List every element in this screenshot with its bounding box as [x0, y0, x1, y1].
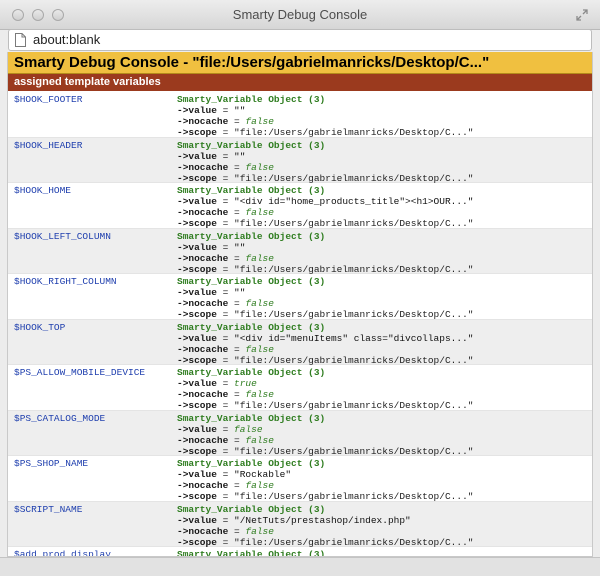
variable-detail: Smarty_Variable Object (3) — [177, 549, 326, 557]
variable-name: $HOOK_HOME — [14, 185, 72, 196]
variable-detail: Smarty_Variable Object (3) ->value = "" … — [177, 230, 474, 275]
fullscreen-icon[interactable] — [576, 9, 588, 21]
variable-name: $HOOK_RIGHT_COLUMN — [14, 276, 117, 287]
table-row: $HOOK_FOOTER Smarty_Variable Object (3) … — [8, 92, 592, 138]
variable-name: $HOOK_TOP — [14, 321, 66, 333]
variable-detail: Smarty_Variable Object (3) ->value = "" … — [177, 276, 474, 320]
table-row: $SCRIPT_NAME Smarty_Variable Object (3) … — [8, 501, 592, 548]
variables-table: $HOOK_FOOTER Smarty_Variable Object (3) … — [8, 92, 592, 557]
page-content: Smarty Debug Console - "file:/Users/gabr… — [7, 52, 593, 557]
page-icon — [15, 33, 26, 47]
table-row: $add_prod_display Smarty_Variable Object… — [8, 547, 592, 557]
address-bar[interactable]: about:blank — [8, 29, 592, 51]
variable-detail: Smarty_Variable Object (3) ->value = "<d… — [177, 321, 474, 366]
variable-detail: Smarty_Variable Object (3) ->value = "/N… — [177, 503, 474, 548]
status-bar — [0, 557, 600, 576]
variable-detail: Smarty_Variable Object (3) ->value = "<d… — [177, 185, 474, 229]
table-row: $PS_CATALOG_MODE Smarty_Variable Object … — [8, 410, 592, 457]
table-row: $HOOK_TOP Smarty_Variable Object (3) ->v… — [8, 319, 592, 366]
variable-name: $add_prod_display — [14, 549, 111, 557]
table-row: $PS_SHOP_NAME Smarty_Variable Object (3)… — [8, 456, 592, 502]
variable-detail: Smarty_Variable Object (3) ->value = fal… — [177, 412, 474, 457]
variable-detail: Smarty_Variable Object (3) ->value = "" … — [177, 94, 474, 138]
variable-detail: Smarty_Variable Object (3) ->value = tru… — [177, 367, 474, 411]
debug-console-header: Smarty Debug Console - "file:/Users/gabr… — [8, 52, 592, 74]
table-row: $HOOK_LEFT_COLUMN Smarty_Variable Object… — [8, 228, 592, 275]
variable-name: $HOOK_LEFT_COLUMN — [14, 230, 111, 242]
browser-window: Smarty Debug Console about:blank Smarty … — [0, 0, 600, 576]
variable-name: $HOOK_FOOTER — [14, 94, 83, 105]
table-row: $HOOK_HOME Smarty_Variable Object (3) ->… — [8, 183, 592, 229]
section-header: assigned template variables — [8, 74, 592, 91]
variable-name: $PS_ALLOW_MOBILE_DEVICE — [14, 367, 146, 378]
title-bar: Smarty Debug Console — [0, 0, 600, 30]
variable-name: $SCRIPT_NAME — [14, 503, 83, 515]
table-row: $PS_ALLOW_MOBILE_DEVICE Smarty_Variable … — [8, 365, 592, 411]
variable-name: $PS_CATALOG_MODE — [14, 412, 106, 424]
table-row: $HOOK_RIGHT_COLUMN Smarty_Variable Objec… — [8, 274, 592, 320]
variable-name: $PS_SHOP_NAME — [14, 458, 89, 469]
variable-detail: Smarty_Variable Object (3) ->value = "" … — [177, 139, 474, 184]
table-row: $HOOK_HEADER Smarty_Variable Object (3) … — [8, 137, 592, 184]
window-title: Smarty Debug Console — [232, 7, 368, 22]
url-text: about:blank — [33, 32, 101, 47]
variable-name: $HOOK_HEADER — [14, 139, 83, 151]
variable-detail: Smarty_Variable Object (3) ->value = "Ro… — [177, 458, 474, 502]
